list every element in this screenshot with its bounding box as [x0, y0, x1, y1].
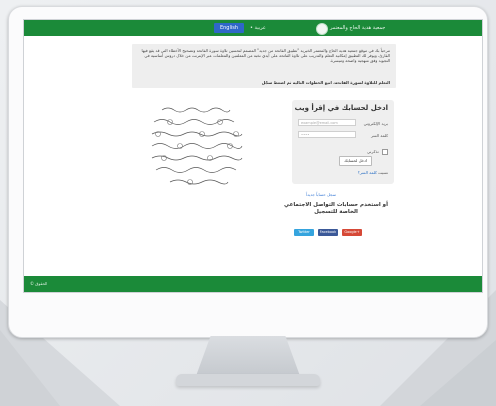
monitor-frame: English • عربية جمعية هدية الحاج والمعتم… — [8, 6, 488, 338]
footer-text: © الحقوق — [30, 281, 48, 286]
twitter-login-button[interactable]: Twitter — [294, 229, 314, 236]
forgot-password-link[interactable]: كلمة السر؟ — [358, 170, 377, 175]
login-form: ادخل لحسابك في إقرأ ويب بريد الإلكتروني … — [292, 100, 394, 184]
new-account-link[interactable]: سجل حساباً جديداً — [306, 192, 336, 197]
english-language-button[interactable]: English — [214, 23, 244, 33]
footer-bar: © الحقوق — [24, 276, 482, 292]
login-button[interactable]: ادخل لحسابك — [339, 156, 372, 166]
password-label: كلمة السر — [370, 133, 388, 138]
surah-fatiha-image — [151, 107, 243, 185]
intro-instruction: التعلم للتلاوة لسورة الفاتحة، اتبع الخطو… — [138, 80, 390, 85]
google-login-button[interactable]: Google+ — [342, 229, 362, 236]
login-title: ادخل لحسابك في إقرأ ويب — [294, 104, 388, 112]
forgot-prefix: نسيت — [378, 170, 388, 175]
monitor-stand-base — [176, 374, 320, 386]
social-login-title: أو استخدم حسابات التواصل الاجتماعي الخاص… — [284, 202, 388, 215]
instruction-text: التعلم للتلاوة لسورة الفاتحة، اتبع الخطو… — [273, 80, 390, 85]
password-input[interactable]: •••• — [298, 131, 356, 138]
remember-me[interactable]: تذكرني — [367, 149, 388, 155]
remember-checkbox[interactable] — [382, 149, 388, 155]
email-label: بريد الإلكتروني — [363, 121, 388, 126]
browser-screen: English • عربية جمعية هدية الحاج والمعتم… — [23, 19, 483, 293]
top-navigation-bar: English • عربية جمعية هدية الحاج والمعتم… — [24, 20, 482, 36]
intro-panel: مرحباً بك في موقع جمعية هدية الحاج والمع… — [132, 44, 396, 88]
register-link[interactable]: سجّل — [262, 80, 272, 85]
monitor-stand-neck — [196, 336, 300, 376]
logo-text: جمعية هدية الحاج والمعتمر — [330, 25, 386, 31]
forgot-password: نسيت كلمة السر؟ — [358, 170, 388, 175]
email-input[interactable]: example@email.com — [298, 119, 356, 126]
logo-emblem-icon — [316, 23, 328, 35]
facebook-login-button[interactable]: Facebook — [318, 229, 338, 236]
remember-label: تذكرني — [366, 149, 379, 154]
arabic-language-link[interactable]: • عربية — [250, 23, 266, 33]
site-logo[interactable]: جمعية هدية الحاج والمعتمر — [316, 22, 386, 35]
intro-paragraph: مرحباً بك في موقع جمعية هدية الحاج والمع… — [141, 48, 390, 64]
